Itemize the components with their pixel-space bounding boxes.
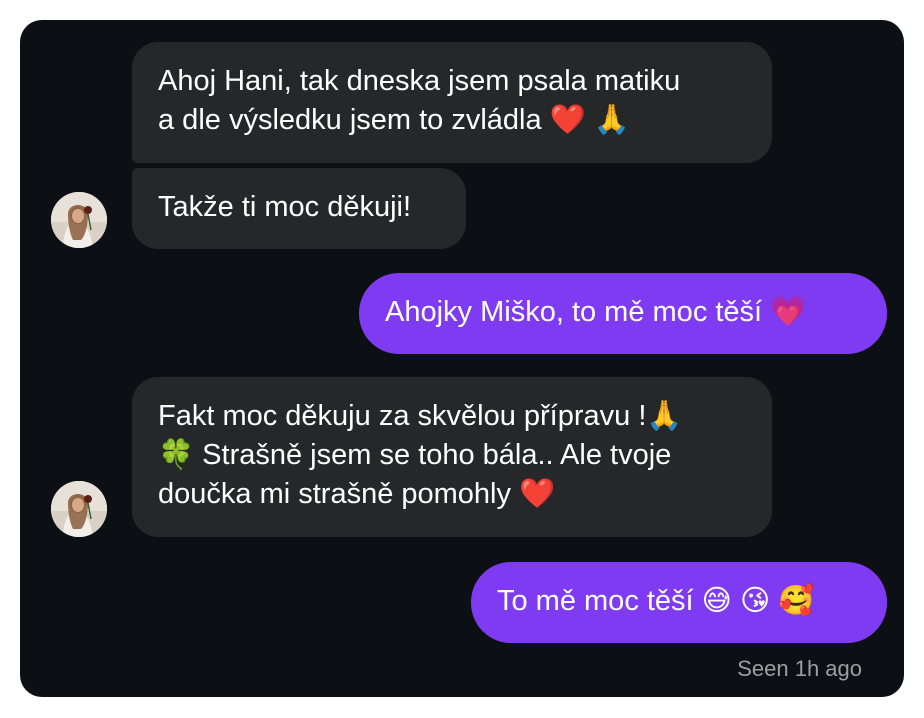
message-text: Fakt moc děkuju za skvělou přípravu !🙏 <box>158 400 683 432</box>
message-bubble-incoming[interactable]: Fakt moc děkuju za skvělou přípravu !🙏 🍀… <box>132 377 772 537</box>
message-text: Ahojky Miško, to mě moc těší 💗 <box>385 296 807 328</box>
message-bubble-outgoing[interactable]: Ahojky Miško, to mě moc těší 💗 <box>359 273 887 354</box>
avatar[interactable] <box>51 481 107 537</box>
message-text: a dle výsledku jsem to zvládla ❤️ 🙏 <box>158 104 630 136</box>
message-text: doučka mi strašně pomohly ❤️ <box>158 478 556 510</box>
message-text: Takže ti moc děkuji! <box>158 191 412 223</box>
avatar[interactable] <box>51 192 107 248</box>
profile-photo-icon <box>51 192 107 248</box>
chat-thread: Ahoj Hani, tak dneska jsem psala matiku … <box>20 20 904 697</box>
message-bubble-incoming[interactable]: Ahoj Hani, tak dneska jsem psala matiku … <box>132 42 772 163</box>
message-text: Ahoj Hani, tak dneska jsem psala matiku <box>158 65 681 97</box>
profile-photo-icon <box>51 481 107 537</box>
message-bubble-incoming[interactable]: Takže ti moc děkuji! <box>132 168 466 249</box>
message-text: 🍀 Strašně jsem se toho bála.. Ale tvoje <box>158 439 672 471</box>
message-text: To mě moc těší 😅 😘 🥰 <box>497 585 815 617</box>
message-bubble-outgoing[interactable]: To mě moc těší 😅 😘 🥰 <box>471 562 887 643</box>
seen-status: Seen 1h ago <box>737 656 862 681</box>
